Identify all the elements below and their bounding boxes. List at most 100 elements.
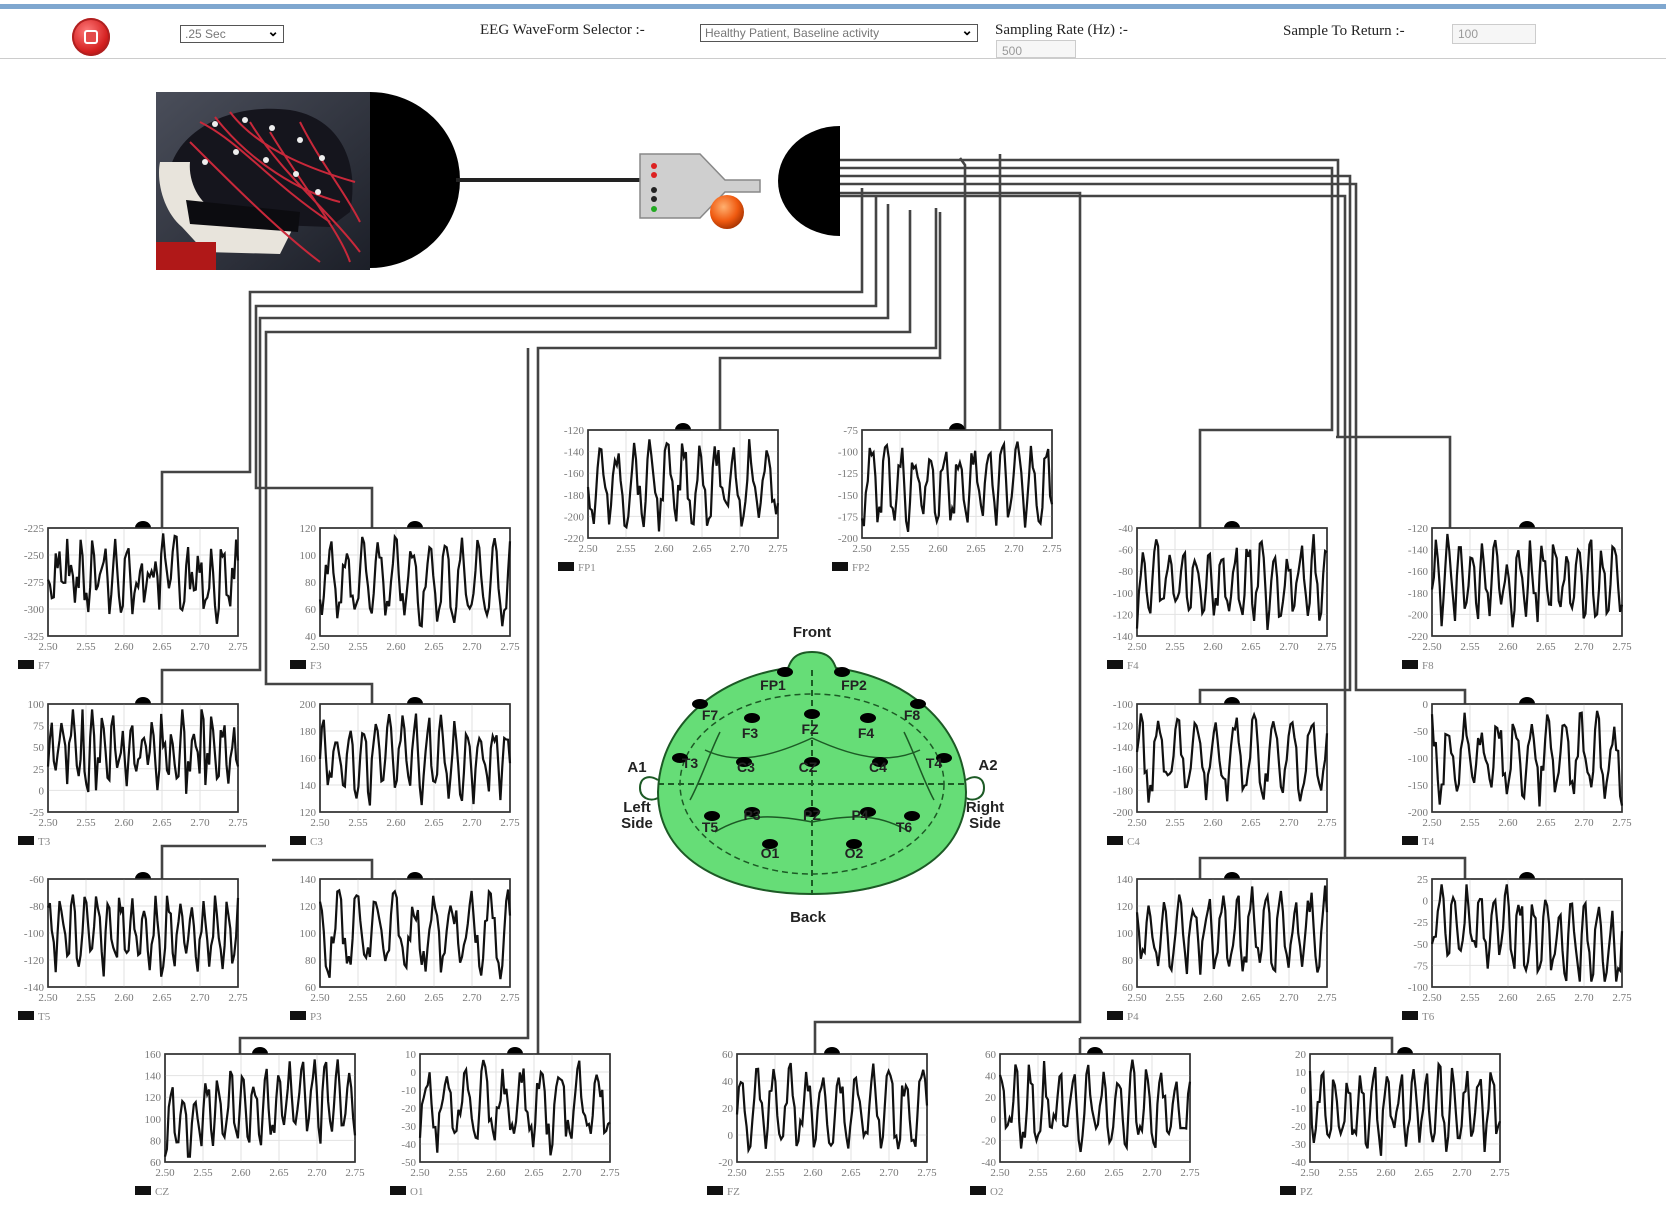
head-front-label: Front <box>793 624 831 641</box>
plot-t6: 250-25-50-75-1002.50 2.55 2.60 2.65 2.70 2.75… <box>1402 872 1632 1023</box>
y-tick-label: -180 <box>1408 588 1429 600</box>
electrode-label-o2: O2 <box>845 845 864 861</box>
eeg-diagram: -225-250-275-300-3252.50 2.55 2.60 2.65 2.70… <box>18 92 1632 1198</box>
legend-swatch <box>707 1186 723 1195</box>
legend-label: FZ <box>727 1186 740 1198</box>
electrode-label-pz: PZ <box>803 807 821 823</box>
y-tick-label: 25 <box>1417 874 1429 886</box>
y-tick-label: -100 <box>1113 588 1134 600</box>
x-tick-label: 2.55 <box>616 543 636 555</box>
head-back-label: Back <box>790 909 827 926</box>
legend-label: C3 <box>310 836 323 848</box>
electrode-label-cz: CZ <box>799 759 818 775</box>
legend-label: O1 <box>410 1186 423 1198</box>
stop-record-button[interactable] <box>72 18 110 56</box>
legend-swatch <box>1107 660 1123 669</box>
plot-connector <box>1087 1047 1103 1054</box>
y-tick-label: -300 <box>24 604 45 616</box>
y-tick-label: 140 <box>300 780 317 792</box>
plot-fp2: -75-100-125-150-175-2002.50 2.55 2.60 2.65 2… <box>832 423 1062 574</box>
legend-swatch <box>290 1011 306 1020</box>
wire-f8 <box>1336 435 1452 528</box>
samples-to-return-input[interactable]: 100 <box>1452 24 1536 44</box>
plot-t3: 1007550250-252.50 2.55 2.60 2.65 2.70 2.75T3 <box>18 697 248 848</box>
x-tick-label: 2.60 <box>231 1167 251 1179</box>
y-tick-label: 20 <box>985 1092 997 1104</box>
x-tick-label: 2.75 <box>500 992 520 1004</box>
x-tick-label: 2.75 <box>500 817 520 829</box>
x-tick-label: 2.70 <box>190 641 210 653</box>
legend-swatch <box>135 1186 151 1195</box>
x-tick-label: 2.65 <box>524 1167 544 1179</box>
legend-swatch <box>390 1186 406 1195</box>
electrode-label-o1: O1 <box>761 845 780 861</box>
x-tick-label: 2.55 <box>1338 1167 1358 1179</box>
x-tick-label: 2.50 <box>1300 1167 1320 1179</box>
x-tick-label: 2.60 <box>386 817 406 829</box>
legend-swatch <box>832 562 848 571</box>
plot-p3: 14012010080602.50 2.55 2.60 2.65 2.70 2.75P3 <box>290 872 520 1023</box>
y-tick-label: -75 <box>843 425 858 437</box>
y-tick-label: -250 <box>24 550 45 562</box>
wire-p3 <box>272 858 374 879</box>
x-tick-label: 2.50 <box>38 641 58 653</box>
x-tick-label: 2.50 <box>578 543 598 555</box>
legend-swatch <box>1107 1011 1123 1020</box>
x-tick-label: 2.65 <box>152 992 172 1004</box>
x-tick-label: 2.65 <box>269 1167 289 1179</box>
x-tick-label: 2.55 <box>1165 641 1185 653</box>
plot-o1: 100-10-20-30-40-502.50 2.55 2.60 2.65 2.70 2.… <box>390 1047 620 1198</box>
x-tick-label: 2.70 <box>1279 641 1299 653</box>
plot-connector <box>407 521 423 528</box>
plot-connector <box>1519 697 1535 704</box>
plot-connector <box>135 872 151 879</box>
x-tick-label: 2.75 <box>768 543 788 555</box>
wire-fp2 <box>958 157 967 430</box>
x-tick-label: 2.65 <box>424 641 444 653</box>
y-tick-label: -10 <box>1291 1103 1306 1115</box>
x-tick-label: 2.55 <box>193 1167 213 1179</box>
x-tick-label: 2.60 <box>386 992 406 1004</box>
y-tick-label: 80 <box>150 1135 162 1147</box>
x-tick-label: 2.50 <box>990 1167 1010 1179</box>
x-tick-label: 2.65 <box>692 543 712 555</box>
head-left-label: Left Side <box>621 799 653 832</box>
duration-select[interactable]: .25 Sec ⌄ <box>180 25 284 43</box>
plot-connector <box>1519 872 1535 879</box>
x-tick-label: 2.70 <box>1574 992 1594 1004</box>
right-ear <box>965 776 986 801</box>
wire-fp1 <box>718 212 942 430</box>
y-tick-label: -40 <box>401 1139 416 1151</box>
y-tick-label: -140 <box>564 447 585 459</box>
electrode-fp2 <box>834 667 850 677</box>
y-tick-label: -75 <box>1413 960 1428 972</box>
electrode-label-fp1: FP1 <box>760 677 786 693</box>
legend-swatch <box>970 1186 986 1195</box>
y-tick-label: -180 <box>1113 785 1134 797</box>
x-tick-label: 2.70 <box>190 992 210 1004</box>
samples-to-return-label: Sample To Return :- <box>1283 23 1405 39</box>
wire-p4 <box>1198 856 1345 879</box>
x-tick-label: 2.60 <box>803 1167 823 1179</box>
y-tick-label: -50 <box>1413 726 1428 738</box>
electrode-label-p4: P4 <box>851 807 868 823</box>
x-tick-label: 2.65 <box>1104 1167 1124 1179</box>
wire-t5 <box>160 844 266 879</box>
y-tick-label: -120 <box>1408 523 1429 535</box>
plot-connector <box>824 1047 840 1054</box>
legend-swatch <box>18 660 34 669</box>
x-tick-label: 2.50 <box>1127 817 1147 829</box>
legend-swatch <box>1280 1186 1296 1195</box>
x-tick-label: 2.65 <box>1536 817 1556 829</box>
x-tick-label: 2.55 <box>890 543 910 555</box>
sampling-rate-input[interactable]: 500 <box>996 40 1076 58</box>
top-accent-bar <box>0 4 1666 9</box>
toolbar-divider <box>0 58 1666 59</box>
x-tick-label: 2.55 <box>348 817 368 829</box>
x-tick-label: 2.70 <box>730 543 750 555</box>
y-tick-label: 10 <box>1295 1067 1307 1079</box>
plot-connector <box>949 423 965 430</box>
electrode-label-t4: T4 <box>926 755 943 771</box>
waveform-select[interactable]: Healthy Patient, Baseline activity ⌄ <box>700 24 978 42</box>
legend-swatch <box>290 660 306 669</box>
